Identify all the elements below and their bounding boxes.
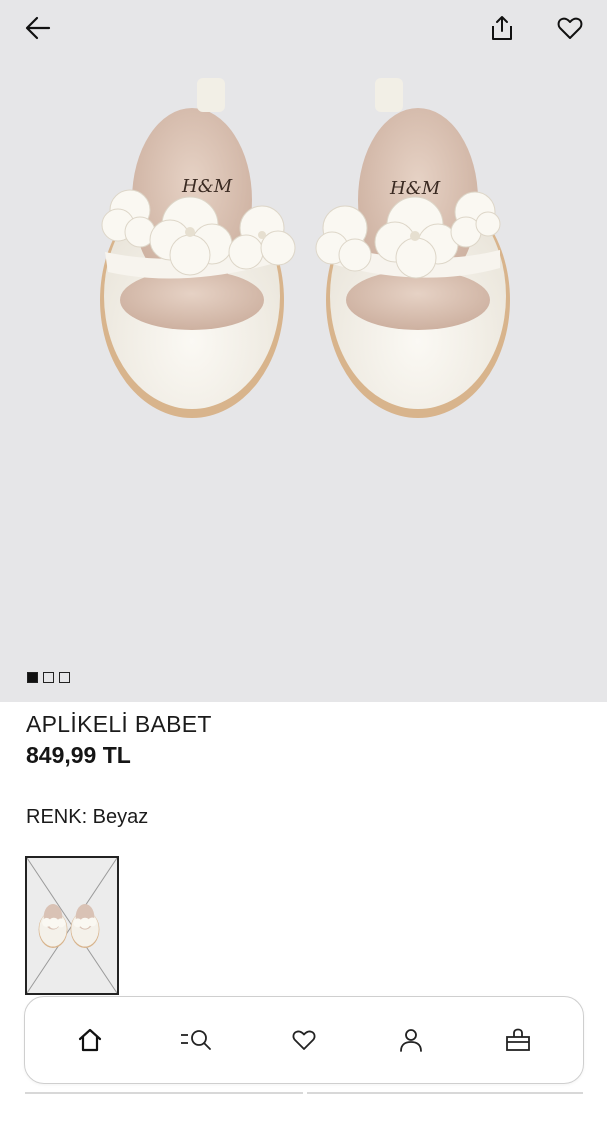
bottom-navigation: [24, 996, 584, 1084]
pagination-dot-active[interactable]: [27, 672, 38, 683]
right-shoe: H&M: [315, 78, 510, 418]
shopping-bag-icon: [505, 1028, 530, 1051]
left-shoe: H&M: [100, 78, 296, 418]
arrow-left-icon: [25, 16, 51, 40]
pagination-dot[interactable]: [43, 672, 54, 683]
color-label: RENK: Beyaz: [26, 806, 149, 828]
share-button[interactable]: [484, 10, 520, 46]
nav-favorites[interactable]: [279, 1015, 329, 1065]
swatch-thumbnail: [27, 858, 117, 993]
home-indicator: [307, 1092, 583, 1094]
nav-home[interactable]: [65, 1015, 115, 1065]
insole-logo-right: H&M: [389, 178, 441, 199]
nav-account[interactable]: [386, 1015, 436, 1065]
heart-icon: [557, 17, 583, 39]
home-indicator: [25, 1092, 303, 1094]
heart-icon: [292, 1030, 316, 1050]
gallery-pagination: [27, 672, 70, 683]
product-price: 849,99 TL: [26, 742, 131, 768]
home-icon: [79, 1028, 102, 1052]
product-image-gallery[interactable]: H&M H&M: [0, 0, 607, 702]
product-photo: H&M H&M: [100, 78, 510, 418]
pagination-dot[interactable]: [59, 672, 70, 683]
color-swatch-beyaz[interactable]: [25, 856, 119, 995]
insole-logo-left: H&M: [181, 176, 233, 197]
favorite-button[interactable]: [552, 10, 588, 46]
search-icon: [181, 1030, 212, 1050]
share-icon: [492, 16, 512, 40]
nav-search[interactable]: [172, 1015, 222, 1065]
product-title: APLİKELİ BABET: [26, 711, 212, 737]
back-button[interactable]: [20, 10, 56, 46]
user-icon: [399, 1029, 422, 1052]
nav-bag[interactable]: [493, 1015, 543, 1065]
